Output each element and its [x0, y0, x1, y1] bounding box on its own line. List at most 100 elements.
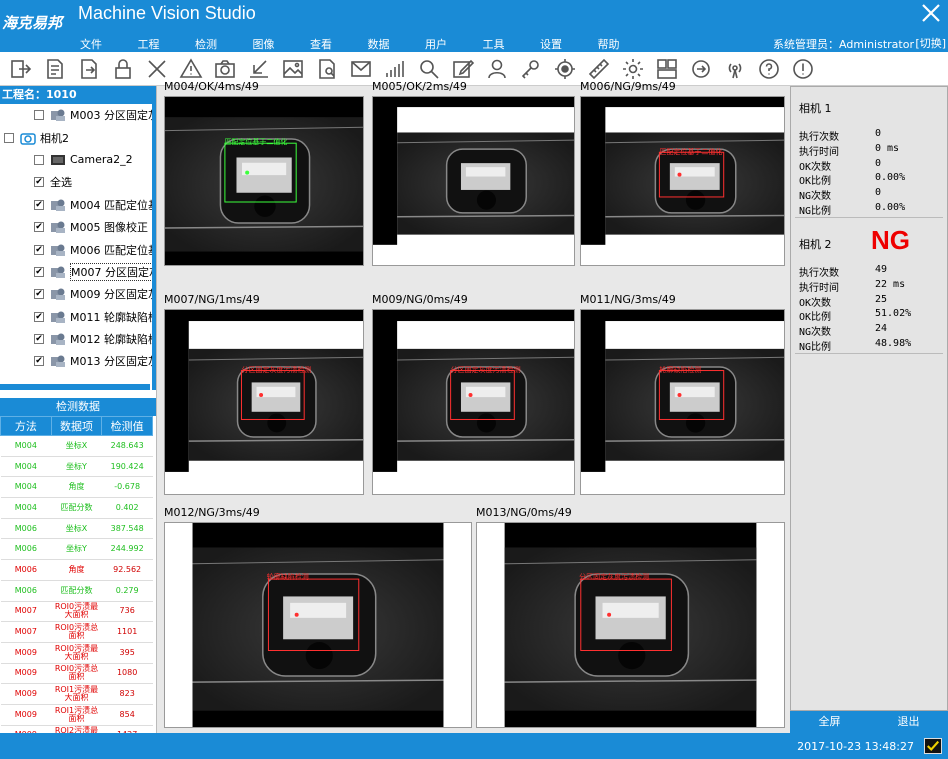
tree-checkbox[interactable]: ✔ — [34, 356, 44, 367]
tree-item[interactable]: M003 分区固定灰 — [0, 104, 152, 126]
sync-icon[interactable] — [684, 54, 718, 84]
menu-view[interactable]: 查看 — [310, 36, 368, 52]
table-row[interactable]: M009 ROI0污渍总面积 1080 — [0, 663, 153, 685]
camera-view[interactable]: M011/NG/3ms/49 轮廓缺陷检测 — [580, 293, 785, 499]
table-row[interactable]: M006 匹配分数 0.279 — [0, 580, 153, 602]
camera-view[interactable]: M006/NG/9ms/49 匹配定位基于二值化 — [580, 80, 785, 270]
col-method[interactable]: 方法 — [0, 416, 52, 436]
menu-user[interactable]: 用户 — [425, 36, 483, 52]
camera-view[interactable]: M004/OK/4ms/49 匹配定位基于二值化 — [164, 80, 364, 270]
tree-item[interactable]: ✔ M007 分区固定灰 — [0, 261, 152, 283]
table-row[interactable]: M009 ROI0污渍最大面积 395 — [0, 642, 153, 664]
user-icon[interactable] — [480, 54, 514, 84]
table-row[interactable]: M004 匹配分数 0.402 — [0, 497, 153, 519]
tree-checkbox[interactable]: ✔ — [34, 222, 44, 233]
lock-icon[interactable] — [106, 54, 140, 84]
tree-checkbox[interactable]: ✔ — [34, 266, 44, 277]
tree-scrollbar[interactable] — [0, 384, 150, 390]
tree-item[interactable]: Camera2_2 — [0, 149, 152, 171]
warning-icon[interactable] — [174, 54, 208, 84]
tree-item[interactable]: ✔ 全选 — [0, 171, 152, 193]
camera-view[interactable]: M012/NG/3ms/49 轮廓缺陷检测 — [164, 506, 472, 732]
menu-image[interactable]: 图像 — [253, 36, 311, 52]
chart-icon[interactable] — [378, 54, 412, 84]
tree-checkbox[interactable]: ✔ — [34, 199, 44, 210]
menu-data[interactable]: 数据 — [368, 36, 426, 52]
table-row[interactable]: M006 坐标X 387.548 — [0, 518, 153, 540]
menu-project[interactable]: 工程 — [138, 36, 196, 52]
inspection-image — [581, 97, 784, 265]
logout-icon[interactable] — [4, 54, 38, 84]
menu-tools[interactable]: 工具 — [483, 36, 541, 52]
camera-icon[interactable] — [208, 54, 242, 84]
tree-item-label: 全选 — [50, 176, 72, 190]
table-row[interactable]: M009 ROI1污渍总面积 854 — [0, 704, 153, 726]
camera-view-label: M013/NG/0ms/49 — [476, 506, 572, 519]
mail-icon[interactable] — [344, 54, 378, 84]
table-row[interactable]: M007 ROI0污渍最大面积 736 — [0, 601, 153, 623]
menu-detect[interactable]: 检测 — [195, 36, 253, 52]
gear-icon — [623, 58, 643, 79]
camera-view[interactable]: M005/OK/2ms/49 — [372, 80, 575, 270]
left-panel: 工程名：1010 M003 分区固定灰 相机2 Camera2_2 ✔ 全选 ✔ M004 … — [0, 86, 157, 739]
inspection-image — [165, 97, 363, 265]
camera-image-frame — [372, 96, 575, 266]
layout-icon[interactable] — [650, 54, 684, 84]
ruler-icon — [588, 58, 610, 79]
tree-item[interactable]: 相机2 — [0, 126, 152, 148]
close-icon[interactable] — [920, 2, 942, 24]
gear-icon[interactable] — [616, 54, 650, 84]
menu-file[interactable]: 文件 — [80, 36, 138, 52]
col-item[interactable]: 数据项 — [50, 416, 103, 436]
edit-icon[interactable] — [446, 54, 480, 84]
tree-checkbox[interactable]: ✔ — [34, 334, 44, 345]
tree-item[interactable]: ✔ M004 匹配定位基于 — [0, 194, 152, 216]
module-tree[interactable]: M003 分区固定灰相机2Camera2_2 ✔ 全选 ✔ M004 匹配定位基于 ✔ M0… — [0, 104, 156, 390]
key-user-icon[interactable] — [514, 54, 548, 84]
tree-checkbox[interactable] — [4, 132, 14, 143]
ruler-icon[interactable] — [582, 54, 616, 84]
table-row[interactable]: M009 ROI1污渍最大面积 823 — [0, 683, 153, 705]
cell-method: M004 — [0, 456, 52, 478]
tree-item[interactable]: ✔ M006 匹配定位基 — [0, 238, 152, 260]
image-icon[interactable] — [276, 54, 310, 84]
table-row[interactable]: M006 角度 92.562 — [0, 559, 153, 581]
tree-checkbox[interactable]: ✔ — [34, 244, 44, 255]
table-row[interactable]: M004 角度 -0.678 — [0, 476, 153, 499]
switch-user-link[interactable]: [切换] — [915, 35, 946, 51]
tree-checkbox[interactable]: ✔ — [34, 311, 44, 322]
table-row[interactable]: M007 ROI0污渍总面积 1101 — [0, 621, 153, 643]
signal-icon[interactable] — [718, 54, 752, 84]
tree-item[interactable]: ✔ M009 分区固定灰 — [0, 283, 152, 305]
import-icon[interactable] — [242, 54, 276, 84]
search-icon[interactable] — [412, 54, 446, 84]
menu-settings[interactable]: 设置 — [540, 36, 598, 52]
camera-view[interactable]: M007/NG/1ms/49 分区固定灰度污渍检测 — [164, 293, 364, 499]
close-x-icon — [148, 59, 166, 78]
tree-checkbox[interactable]: ✔ — [34, 289, 44, 300]
report-icon[interactable] — [310, 54, 344, 84]
help-icon[interactable] — [752, 54, 786, 84]
table-row[interactable]: M006 坐标Y 244.992 — [0, 538, 153, 561]
menu-help[interactable]: 帮助 — [598, 36, 656, 52]
target-icon[interactable] — [548, 54, 582, 84]
tree-item[interactable]: ✔ M013 分区固定灰 — [0, 350, 152, 372]
tree-checkbox[interactable] — [34, 110, 44, 121]
document-icon[interactable] — [38, 54, 72, 84]
camera-view[interactable]: M013/NG/0ms/49 分区固定灰度污渍检测 — [476, 506, 785, 732]
tree-checkbox[interactable]: ✔ — [34, 177, 44, 188]
table-row[interactable]: M004 坐标X 248.643 — [0, 435, 153, 457]
table-row[interactable]: M004 坐标Y 190.424 — [0, 456, 153, 478]
cell-method: M006 — [0, 518, 52, 540]
exit-button[interactable]: 退出 — [869, 711, 948, 733]
export-icon[interactable] — [72, 54, 106, 84]
close-x-icon[interactable] — [140, 54, 174, 84]
tree-checkbox[interactable] — [34, 154, 44, 165]
col-value[interactable]: 检测值 — [101, 416, 153, 436]
tree-item[interactable]: ✔ M012 轮廓缺陷检 — [0, 328, 152, 350]
fullscreen-button[interactable]: 全屏 — [790, 711, 869, 733]
camera-view[interactable]: M009/NG/0ms/49 分区固定灰度污渍检测 — [372, 293, 575, 499]
info-icon[interactable] — [786, 54, 820, 84]
tree-item[interactable]: ✔ M011 轮廓缺陷检 — [0, 306, 152, 328]
tree-item[interactable]: ✔ M005 图像校正 — [0, 216, 152, 238]
